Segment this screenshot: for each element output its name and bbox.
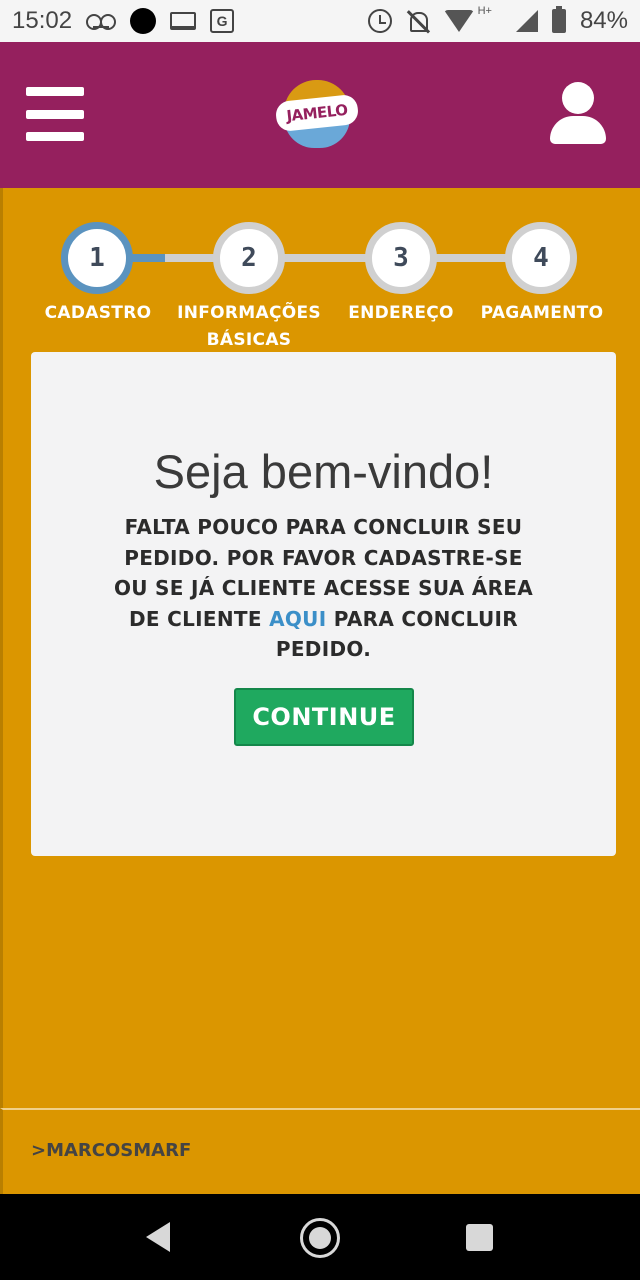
client-area-link[interactable]: AQUI <box>269 607 326 631</box>
welcome-card: Seja bem-vindo! FALTA POUCO PARA CONCLUI… <box>31 352 616 856</box>
battery-icon <box>551 6 566 33</box>
step-3-circle[interactable]: 3 <box>365 222 437 294</box>
app-header: JAMELO <box>0 42 640 188</box>
recents-icon[interactable] <box>466 1224 493 1251</box>
jamelo-logo[interactable]: JAMELO <box>274 76 360 150</box>
step-connector <box>433 254 509 262</box>
step-3-label: ENDEREÇO <box>348 303 454 323</box>
network-type: H+ <box>477 5 492 17</box>
alarm-icon <box>367 9 392 33</box>
continue-button[interactable]: CONTINUE <box>234 688 414 746</box>
voicemail-icon <box>86 14 117 30</box>
signal-icon <box>515 10 538 32</box>
laptop-icon <box>170 12 197 30</box>
battery-percent: 84% <box>579 7 628 34</box>
step-2-label: INFORMAÇÕES BÁSICAS <box>177 303 321 350</box>
footer-credit[interactable]: >MARCOSMARF <box>31 1140 191 1161</box>
step-2-circle[interactable]: 2 <box>213 222 285 294</box>
step-connector <box>131 254 165 262</box>
welcome-message: FALTA POUCO PARA CONCLUIR SEU PEDIDO. PO… <box>111 512 536 665</box>
clock: 15:02 <box>12 7 73 34</box>
welcome-title: Seja bem-vindo! <box>153 445 494 498</box>
user-icon[interactable] <box>550 82 606 146</box>
bell-off-icon <box>406 9 430 33</box>
translate-icon: G <box>210 9 235 33</box>
wifi-icon <box>443 10 474 32</box>
footer: >MARCOSMARF <box>0 1108 640 1194</box>
system-nav-bar <box>0 1194 640 1280</box>
step-connector <box>165 254 217 262</box>
home-icon[interactable] <box>300 1218 340 1258</box>
back-icon[interactable] <box>146 1222 170 1252</box>
notification-dot-icon <box>130 8 157 34</box>
step-4-circle[interactable]: 4 <box>505 222 577 294</box>
status-bar: 15:02 G H+ 84% <box>0 0 640 42</box>
checkout-steps: 1 2 3 4 CADASTRO INFORMAÇÕES BÁSICAS END… <box>3 188 640 350</box>
main-content: 1 2 3 4 CADASTRO INFORMAÇÕES BÁSICAS END… <box>0 188 640 1108</box>
step-1-label: CADASTRO <box>44 303 152 323</box>
step-connector <box>281 254 369 262</box>
hamburger-menu-icon[interactable] <box>26 87 84 141</box>
step-1-circle[interactable]: 1 <box>61 222 133 294</box>
step-4-label: PAGAMENTO <box>480 303 604 323</box>
